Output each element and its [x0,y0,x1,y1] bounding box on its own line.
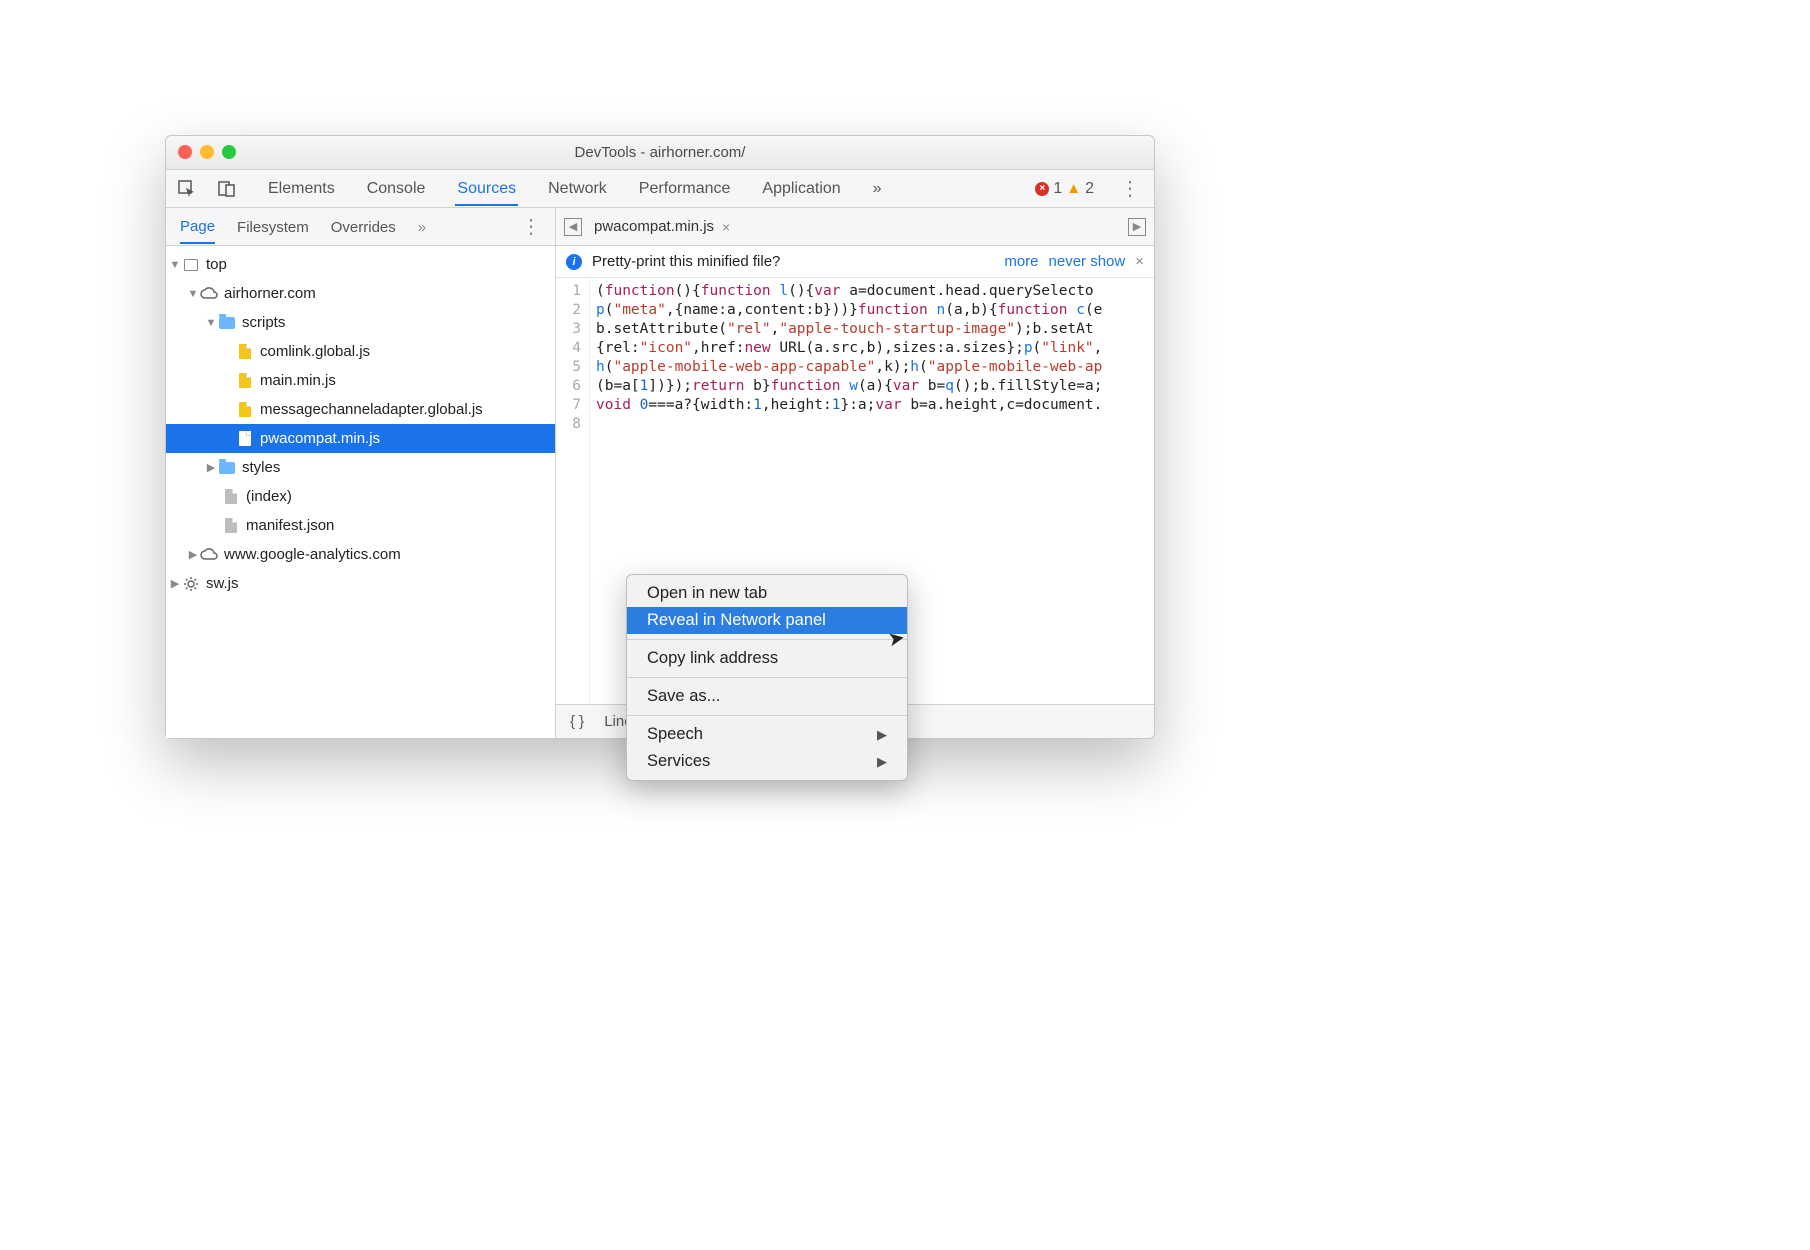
navigate-back-icon[interactable]: ◀ [564,218,582,236]
tree-file[interactable]: main.min.js [166,366,555,395]
pretty-print-more-link[interactable]: more [1004,253,1038,270]
tab-performance[interactable]: Performance [637,172,733,206]
subtab-overrides[interactable]: Overrides [331,210,396,243]
window-close-button[interactable] [178,145,192,159]
main-tabbar: Elements Console Sources Network Perform… [166,170,1154,208]
window-title: DevTools - airhorner.com/ [575,144,746,161]
file-tree: ▼top ▼airhorner.com ▼scripts comlink.glo… [166,246,555,738]
info-icon: i [566,254,582,270]
tree-styles-folder[interactable]: ▶styles [166,453,555,482]
pretty-print-close-icon[interactable]: × [1135,253,1144,270]
tree-service-worker[interactable]: ▶sw.js [166,569,555,598]
tree-file-selected[interactable]: pwacompat.min.js [166,424,555,453]
window-titlebar: DevTools - airhorner.com/ [166,136,1154,170]
ctx-open-new-tab[interactable]: Open in new tab [627,580,907,607]
ctx-separator [627,677,907,678]
ctx-services[interactable]: Services▶ [627,748,907,775]
ctx-separator [627,639,907,640]
pretty-print-bar: i Pretty-print this minified file? more … [556,246,1154,278]
tab-network[interactable]: Network [546,172,609,206]
submenu-arrow-icon: ▶ [877,727,887,743]
tabs-overflow-icon[interactable]: » [871,172,884,206]
device-toolbar-icon[interactable] [216,178,238,200]
tab-elements[interactable]: Elements [266,172,337,206]
window-zoom-button[interactable] [222,145,236,159]
tree-file[interactable]: messagechanneladapter.global.js [166,395,555,424]
traffic-lights [178,145,236,159]
cloud-icon [200,286,218,302]
gear-icon [182,576,200,592]
subtab-page[interactable]: Page [180,209,215,244]
settings-menu-icon[interactable]: ⋮ [1112,176,1148,201]
tree-domain[interactable]: ▼airhorner.com [166,279,555,308]
window-minimize-button[interactable] [200,145,214,159]
warning-count: 2 [1085,180,1094,198]
context-menu: Open in new tab Reveal in Network panel … [626,574,908,781]
error-warning-badges[interactable]: × 1 ▲ 2 [1035,180,1094,198]
tree-scripts-folder[interactable]: ▼scripts [166,308,555,337]
tab-console[interactable]: Console [365,172,428,206]
cloud-icon [200,547,218,563]
error-icon: × [1035,182,1049,196]
ctx-speech[interactable]: Speech▶ [627,721,907,748]
tree-top[interactable]: ▼top [166,250,555,279]
ctx-separator [627,715,907,716]
submenu-arrow-icon: ▶ [877,754,887,770]
editor-tabbar: ◀ pwacompat.min.js × ▶ [556,208,1154,246]
inspect-element-icon[interactable] [176,178,198,200]
tab-sources[interactable]: Sources [455,172,518,206]
pretty-print-message: Pretty-print this minified file? [592,253,780,270]
ctx-save-as[interactable]: Save as... [627,683,907,710]
tree-file[interactable]: (index) [166,482,555,511]
subtabs-overflow-icon[interactable]: » [418,210,426,243]
subtab-filesystem[interactable]: Filesystem [237,210,309,243]
main-tabs: Elements Console Sources Network Perform… [266,172,884,206]
sources-navigator: Page Filesystem Overrides » ⋮ ▼top ▼airh… [166,208,556,738]
line-gutter: 12345678 [556,278,590,704]
tab-application[interactable]: Application [760,172,842,206]
tree-domain-collapsed[interactable]: ▶www.google-analytics.com [166,540,555,569]
pretty-print-never-link[interactable]: never show [1049,253,1126,270]
open-file-tab[interactable]: pwacompat.min.js [594,218,714,235]
format-braces-icon[interactable]: { } [570,713,584,730]
devtools-window: DevTools - airhorner.com/ Elements Conso… [165,135,1155,739]
tree-file[interactable]: comlink.global.js [166,337,555,366]
ctx-reveal-network[interactable]: Reveal in Network panel [627,607,907,634]
error-count: 1 [1053,180,1062,198]
close-tab-icon[interactable]: × [722,219,730,235]
ctx-copy-link[interactable]: Copy link address [627,645,907,672]
warning-icon: ▲ [1066,180,1081,197]
tree-file[interactable]: manifest.json [166,511,555,540]
navigate-forward-icon[interactable]: ▶ [1128,218,1146,236]
navigator-tabs: Page Filesystem Overrides » ⋮ [166,208,555,246]
navigator-menu-icon[interactable]: ⋮ [521,214,541,239]
